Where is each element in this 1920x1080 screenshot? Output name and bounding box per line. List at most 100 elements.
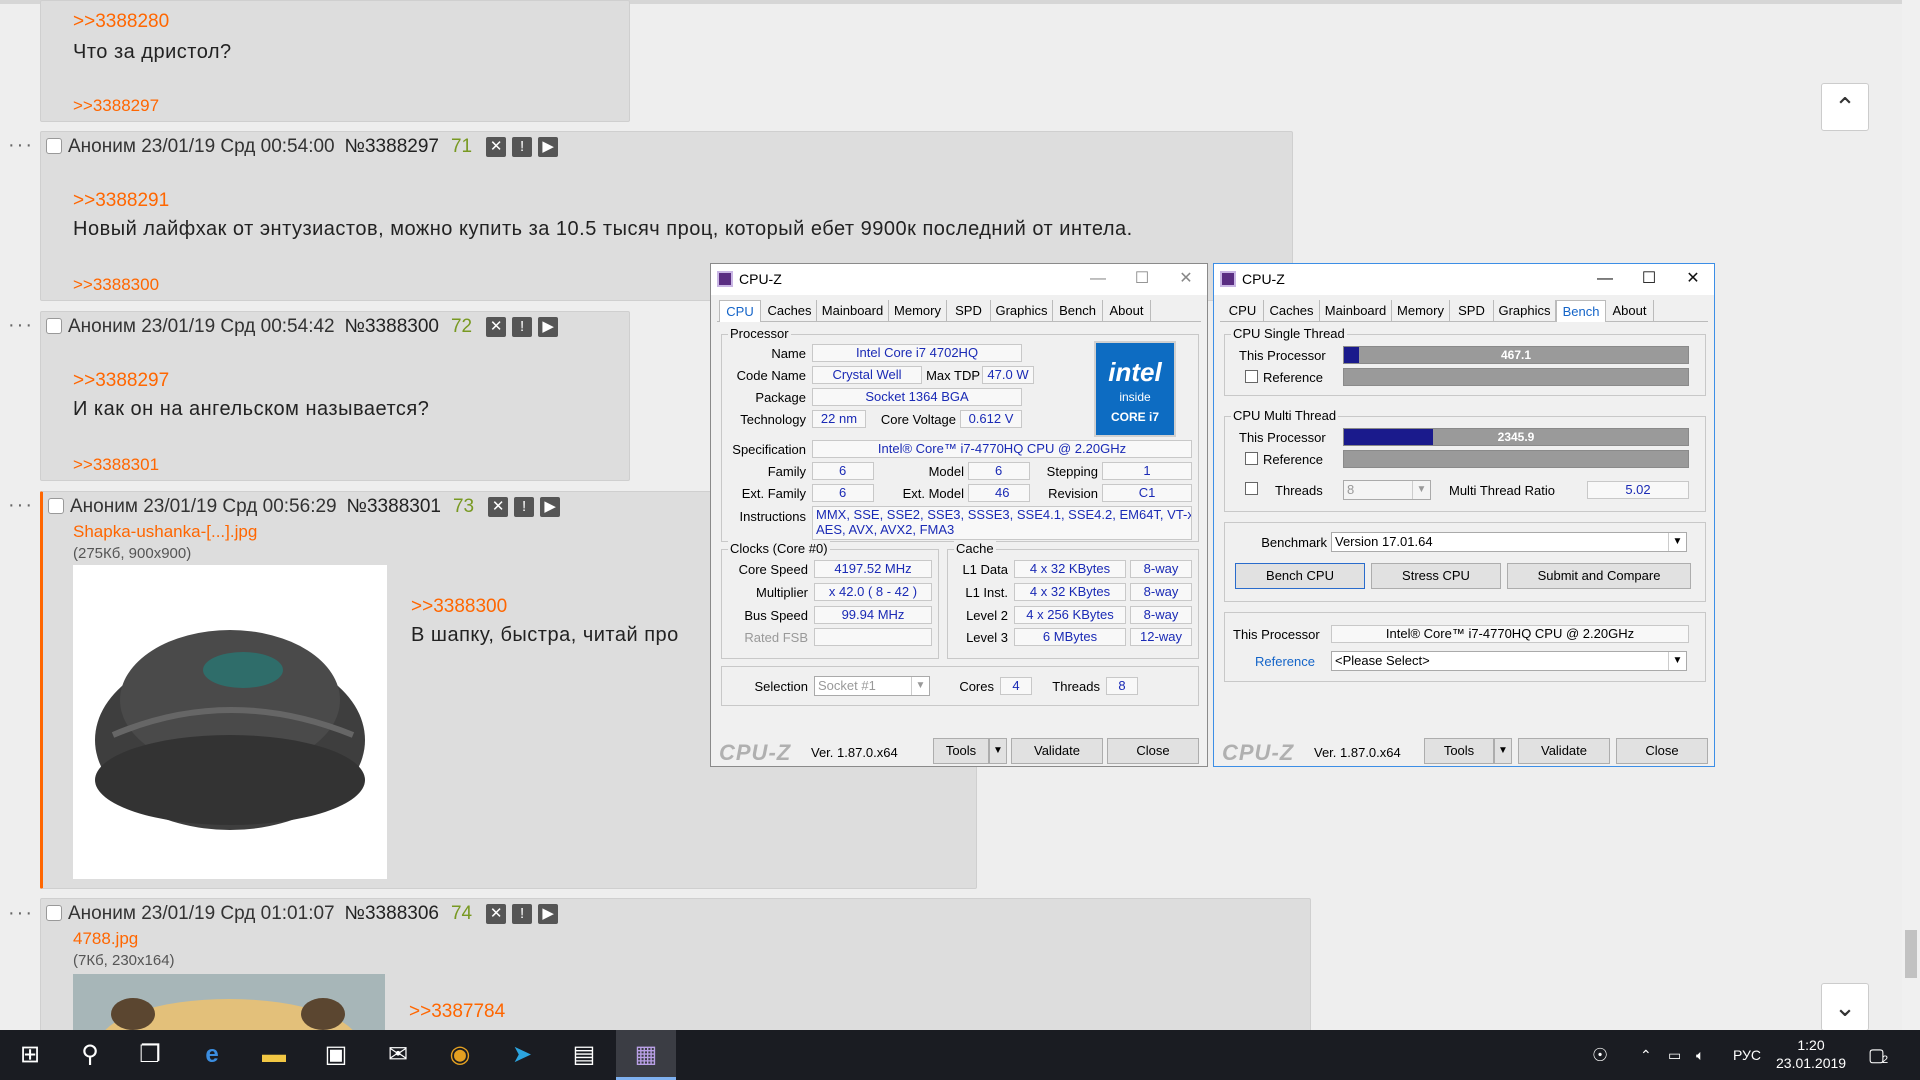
backref-link[interactable]: >>3388300 [73,275,159,295]
post-number[interactable]: №3388301 [347,496,441,517]
play-icon[interactable]: ▶ [538,137,559,157]
report-icon[interactable]: ! [512,137,533,157]
tools-button[interactable]: Tools [933,738,989,764]
post-checkbox[interactable] [48,498,64,514]
minimize-button[interactable]: — [1083,268,1113,290]
edge-browser-icon[interactable]: e [182,1030,242,1080]
threads-dropdown[interactable]: 8 ▼ [1343,480,1431,500]
cpuz-window-bench[interactable]: CPU-Z — ☐ ✕ CPU Caches Mainboard Memory … [1213,263,1715,767]
selection-dropdown[interactable]: Socket #1 ▼ [814,676,930,696]
maximize-button[interactable]: ☐ [1127,268,1157,290]
mail-icon[interactable]: ✉ [368,1030,428,1080]
telegram-icon[interactable]: ➤ [492,1030,552,1080]
tab-graphics[interactable]: Graphics [991,300,1053,322]
tab-cpu[interactable]: CPU [719,300,761,322]
post-menu-icon[interactable]: ··· [8,315,34,335]
tools-dropdown-icon[interactable]: ▼ [1494,738,1512,764]
stress-cpu-button[interactable]: Stress CPU [1371,563,1501,589]
network-icon[interactable]: ▭ [1668,1030,1681,1080]
reference-dropdown[interactable]: <Please Select> ▼ [1331,651,1687,671]
hide-icon[interactable]: ✕ [486,137,507,157]
tab-caches[interactable]: Caches [1264,300,1320,322]
bench-cpu-button[interactable]: Bench CPU [1235,563,1365,589]
cpuz-window-cpu[interactable]: CPU-Z — ☐ ✕ CPU Caches Mainboard Memory … [710,263,1208,767]
reference-checkbox[interactable] [1245,452,1258,465]
tab-spd[interactable]: SPD [1450,300,1494,322]
tab-caches[interactable]: Caches [763,300,817,322]
chrome-icon[interactable]: ◉ [430,1030,490,1080]
hide-icon[interactable]: ✕ [486,317,507,337]
attachment-thumbnail[interactable] [73,565,387,879]
report-icon[interactable]: ! [514,497,535,517]
page-scrollbar[interactable] [1902,0,1920,1030]
reference-link[interactable]: Reference [1255,654,1315,669]
attachment-link[interactable]: Shapka-ushanka-[...].jpg [73,522,257,542]
task-view-icon[interactable]: ❐ [120,1030,180,1080]
close-window-button[interactable]: ✕ [1171,268,1201,290]
language-indicator[interactable]: РУС [1733,1030,1761,1080]
people-icon[interactable]: ☉ [1592,1030,1608,1080]
tab-memory[interactable]: Memory [1392,300,1450,322]
search-icon[interactable]: ⚲ [60,1030,120,1080]
post-menu-icon[interactable]: ··· [8,135,34,155]
validate-button[interactable]: Validate [1518,738,1610,764]
play-icon[interactable]: ▶ [540,497,561,517]
threads-checkbox[interactable] [1245,482,1258,495]
tab-spd[interactable]: SPD [947,300,991,322]
tab-graphics[interactable]: Graphics [1494,300,1556,322]
tray-chevron-icon[interactable]: ⌃ [1640,1030,1652,1080]
play-icon[interactable]: ▶ [538,904,559,924]
backref-link[interactable]: >>3388301 [73,455,159,475]
app-icon[interactable]: ▤ [554,1030,614,1080]
tab-mainboard[interactable]: Mainboard [1320,300,1392,322]
reply-link[interactable]: >>3388297 [73,370,169,392]
title-bar[interactable]: CPU-Z — ☐ ✕ [711,264,1207,295]
post-checkbox[interactable] [46,905,62,921]
file-explorer-icon[interactable]: ▬ [244,1030,304,1080]
scroll-down-button[interactable]: ⌄ [1821,983,1869,1031]
tab-bench[interactable]: Bench [1556,300,1606,322]
report-icon[interactable]: ! [512,904,533,924]
tab-cpu[interactable]: CPU [1222,300,1264,322]
submit-compare-button[interactable]: Submit and Compare [1507,563,1691,589]
hide-icon[interactable]: ✕ [488,497,509,517]
store-icon[interactable]: ▣ [306,1030,366,1080]
reply-link[interactable]: >>3388291 [73,190,169,212]
close-window-button[interactable]: ✕ [1678,268,1708,290]
reply-link[interactable]: >>3388300 [411,596,507,618]
benchmark-version-dropdown[interactable]: Version 17.01.64 ▼ [1331,532,1687,552]
maximize-button[interactable]: ☐ [1634,268,1664,290]
post-number[interactable]: №3388300 [345,316,439,337]
clock[interactable]: 1:20 23.01.2019 [1776,1030,1846,1080]
backref-link[interactable]: >>3388297 [73,96,159,116]
attachment-link[interactable]: 4788.jpg [73,929,138,949]
post-menu-icon[interactable]: ··· [8,495,34,515]
reference-checkbox[interactable] [1245,370,1258,383]
windows-start-icon[interactable]: ⊞ [0,1030,60,1080]
tab-about[interactable]: About [1606,300,1654,322]
post-checkbox[interactable] [46,318,62,334]
report-icon[interactable]: ! [512,317,533,337]
reply-link[interactable]: >>3387784 [409,1001,505,1023]
title-bar[interactable]: CPU-Z — ☐ ✕ [1214,264,1714,295]
minimize-button[interactable]: — [1590,268,1620,290]
hide-icon[interactable]: ✕ [486,904,507,924]
post-number[interactable]: №3388306 [345,903,439,924]
tab-bench[interactable]: Bench [1053,300,1103,322]
reply-link[interactable]: >>3388280 [73,11,169,33]
tab-memory[interactable]: Memory [889,300,947,322]
cpuz-taskbar-icon[interactable]: ▦ [616,1030,676,1080]
post-checkbox[interactable] [46,138,62,154]
tab-about[interactable]: About [1103,300,1151,322]
validate-button[interactable]: Validate [1011,738,1103,764]
tools-button[interactable]: Tools [1424,738,1494,764]
tools-dropdown-icon[interactable]: ▼ [989,738,1007,764]
close-button[interactable]: Close [1616,738,1708,764]
close-button[interactable]: Close [1107,738,1199,764]
volume-icon[interactable]: 🔈︎ [1696,1030,1704,1080]
post-menu-icon[interactable]: ··· [8,903,34,923]
tab-mainboard[interactable]: Mainboard [817,300,889,322]
play-icon[interactable]: ▶ [538,317,559,337]
post-number[interactable]: №3388297 [345,136,439,157]
scrollbar-thumb[interactable] [1905,930,1917,978]
